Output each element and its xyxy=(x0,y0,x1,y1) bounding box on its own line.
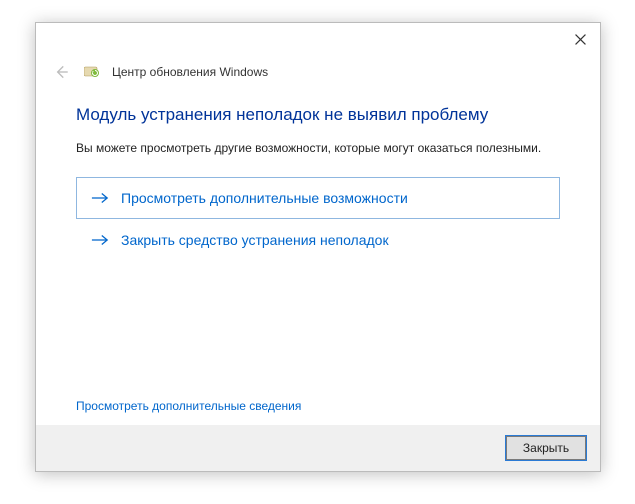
arrow-right-icon xyxy=(91,191,109,205)
close-button[interactable]: Закрыть xyxy=(506,436,586,460)
option-explore-additional[interactable]: Просмотреть дополнительные возможности xyxy=(76,177,560,219)
close-icon[interactable] xyxy=(560,24,600,54)
titlebar xyxy=(36,23,600,55)
view-details-link[interactable]: Просмотреть дополнительные сведения xyxy=(36,395,600,425)
arrow-right-icon xyxy=(91,233,109,247)
windows-update-icon xyxy=(84,65,100,79)
option-label: Закрыть средство устранения неполадок xyxy=(121,232,389,248)
footer-bar: Закрыть xyxy=(36,425,600,471)
header-bar: Центр обновления Windows xyxy=(36,55,600,95)
content-area: Модуль устранения неполадок не выявил пр… xyxy=(36,95,600,395)
sub-text: Вы можете просмотреть другие возможности… xyxy=(76,141,560,155)
header-title: Центр обновления Windows xyxy=(112,65,268,79)
troubleshooter-window: Центр обновления Windows Модуль устранен… xyxy=(35,22,601,472)
option-label: Просмотреть дополнительные возможности xyxy=(121,190,408,206)
main-heading: Модуль устранения неполадок не выявил пр… xyxy=(76,105,560,125)
back-arrow-icon xyxy=(50,61,72,83)
option-close-troubleshooter[interactable]: Закрыть средство устранения неполадок xyxy=(76,219,560,261)
